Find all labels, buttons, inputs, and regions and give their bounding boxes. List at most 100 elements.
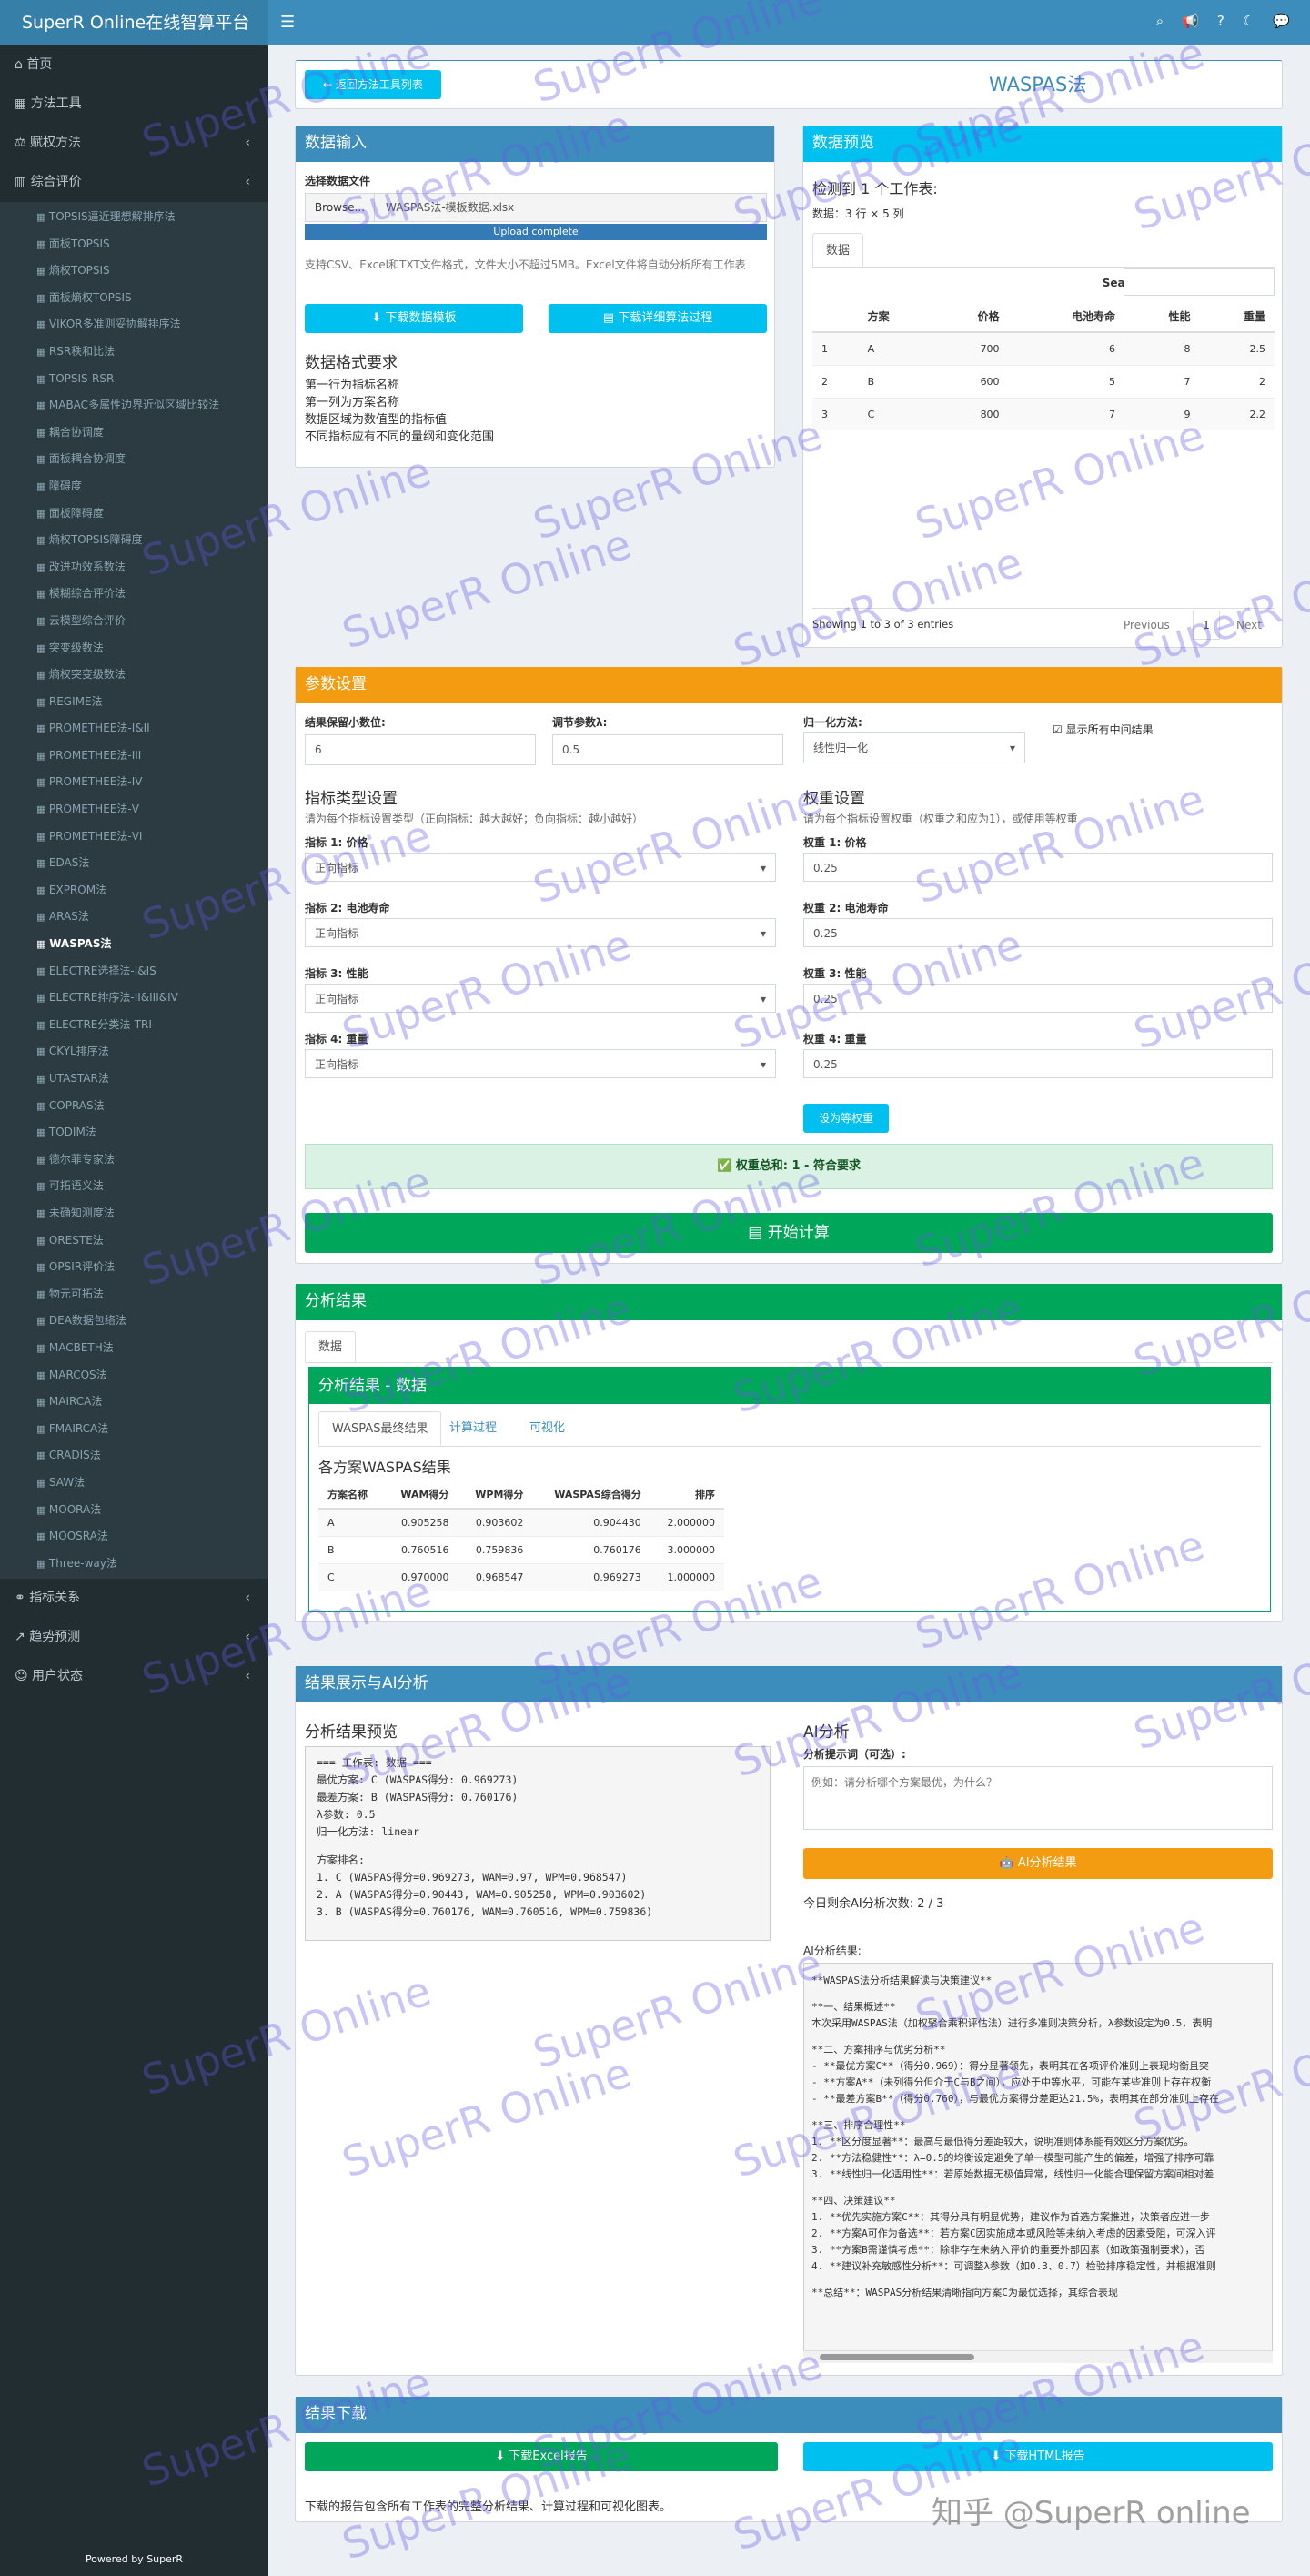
sidebar-subitem[interactable]: UTASTAR法 (0, 1066, 268, 1093)
dark-mode-icon[interactable]: ☾ (1243, 13, 1255, 29)
sidebar-item-forecast[interactable]: ↗ 趋势预测 ‹ (0, 1618, 268, 1657)
brand-logo[interactable]: SuperR Online在线智算平台 (0, 0, 268, 45)
sidebar-subitem[interactable]: SAW法 (0, 1470, 268, 1497)
sidebar-subitem[interactable]: PROMETHEE法-III (0, 742, 268, 770)
sidebar-item-user[interactable]: ☺ 用户状态 ‹ (0, 1657, 268, 1696)
sidebar-subitem[interactable]: 未确知测度法 (0, 1200, 268, 1227)
sidebar-item-tools[interactable]: ▦ 方法工具 (0, 85, 268, 124)
start-calc-button[interactable]: ▤ 开始计算 (305, 1213, 1273, 1253)
decimals-input[interactable]: 6 (305, 734, 536, 765)
sidebar-item-evaluation[interactable]: ▥ 综合评价 ‹ (0, 163, 268, 202)
file-input[interactable]: Browse... WASPAS法-模板数据.xlsx (305, 193, 767, 222)
sidebar-subitem[interactable]: ELECTRE分类法-TRI (0, 1012, 268, 1039)
sidebar-subitem[interactable]: MOOSRA法 (0, 1523, 268, 1551)
sidebar-item-relations[interactable]: ⚭ 指标关系 ‹ (0, 1579, 268, 1618)
search-input[interactable] (1124, 268, 1275, 296)
sidebar-subitem[interactable]: 熵权TOPSIS障碍度 (0, 527, 268, 554)
sidebar-subitem[interactable]: 熵权TOPSIS (0, 258, 268, 285)
download-excel-button[interactable]: ⬇ 下载Excel报告 (305, 2442, 778, 2471)
search-icon[interactable]: ⌕ (1156, 13, 1164, 29)
indicator-type-select[interactable]: 正向指标 ▾ (305, 984, 776, 1013)
sidebar-subitem[interactable]: 改进功效系数法 (0, 554, 268, 581)
show-all-checkbox[interactable]: ☑ 显示所有中间结果 (1053, 722, 1154, 737)
help-icon[interactable]: ? (1217, 13, 1224, 29)
sidebar-subitem[interactable]: REGIME法 (0, 689, 268, 716)
sidebar-subitem[interactable]: EDAS法 (0, 850, 268, 877)
sidebar-item-home[interactable]: ⌂ 首页 (0, 45, 268, 85)
sidebar-subitem[interactable]: TOPSIS逼近理想解排序法 (0, 204, 268, 231)
sidebar-subitem[interactable]: MABAC多属性边界近似区域比较法 (0, 392, 268, 419)
table-header[interactable]: 方案 (859, 301, 933, 332)
sidebar-subitem[interactable]: ORESTE法 (0, 1227, 268, 1255)
prompt-textarea[interactable] (803, 1766, 1273, 1830)
sidebar-subitem[interactable]: MAIRCA法 (0, 1389, 268, 1416)
sidebar-subitem[interactable]: ELECTRE排序法-II&III&IV (0, 985, 268, 1012)
horizontal-scrollbar[interactable] (803, 2350, 1273, 2363)
sidebar-subitem[interactable]: 云模型综合评价 (0, 608, 268, 635)
table-header[interactable] (812, 301, 859, 332)
next-page-button[interactable]: Next (1236, 619, 1262, 631)
weight-input[interactable]: 0.25 (803, 918, 1273, 947)
sidebar-subitem[interactable]: PROMETHEE法-I&II (0, 715, 268, 742)
weight-input[interactable]: 0.25 (803, 984, 1273, 1013)
sidebar-subitem[interactable]: 面板障碍度 (0, 500, 268, 528)
weight-input[interactable]: 0.25 (803, 1049, 1273, 1078)
table-header[interactable]: 电池寿命 (1009, 301, 1124, 332)
sidebar-subitem[interactable]: 物元可拓法 (0, 1281, 268, 1308)
announcement-icon[interactable]: 📢 (1182, 13, 1199, 29)
menu-toggle-icon[interactable]: ☰ (280, 13, 295, 32)
sidebar-item-weighting[interactable]: ⚖ 赋权方法 ‹ (0, 124, 268, 163)
sidebar-subitem[interactable]: MACBETH法 (0, 1335, 268, 1362)
norm-select[interactable]: 线性归一化 ▾ (803, 732, 1025, 763)
table-header[interactable]: 价格 (933, 301, 1008, 332)
sidebar-subitem[interactable]: 面板耦合协调度 (0, 446, 268, 473)
sidebar-subitem[interactable]: ELECTRE选择法-I&IS (0, 958, 268, 985)
indicator-type-select[interactable]: 正向指标 ▾ (305, 1049, 776, 1078)
sidebar-subitem[interactable]: 可拓语义法 (0, 1173, 268, 1200)
browse-button[interactable]: Browse... (306, 194, 375, 221)
tab-calc-process[interactable]: 计算过程 (437, 1411, 509, 1446)
sidebar-subitem[interactable]: PROMETHEE法-V (0, 796, 268, 823)
tab-data[interactable]: 数据 (812, 233, 864, 268)
chat-icon[interactable]: 💬 (1273, 13, 1290, 29)
table-header[interactable]: 重量 (1200, 301, 1275, 332)
sidebar-subitem[interactable]: 德尔菲专家法 (0, 1147, 268, 1174)
indicator-type-select[interactable]: 正向指标 ▾ (305, 853, 776, 882)
sidebar-subitem[interactable]: FMAIRCA法 (0, 1416, 268, 1443)
weight-input[interactable]: 0.25 (803, 853, 1273, 882)
back-button[interactable]: ← 返回方法工具列表 (305, 70, 441, 99)
scrollbar-thumb[interactable] (820, 2354, 974, 2360)
sidebar-subitem[interactable]: 面板TOPSIS (0, 231, 268, 258)
sidebar-subitem[interactable]: 突变级数法 (0, 635, 268, 662)
sidebar-subitem[interactable]: CKYL排序法 (0, 1038, 268, 1066)
sidebar-subitem[interactable]: VIKOR多准则妥协解排序法 (0, 311, 268, 338)
sidebar-subitem[interactable]: Three-way法 (0, 1551, 268, 1578)
sidebar-subitem[interactable]: 模糊综合评价法 (0, 581, 268, 608)
sidebar-subitem[interactable]: MOORA法 (0, 1497, 268, 1524)
sidebar-subitem[interactable]: PROMETHEE法-IV (0, 769, 268, 796)
sidebar-subitem[interactable]: COPRAS法 (0, 1093, 268, 1120)
sidebar-subitem[interactable]: MARCOS法 (0, 1362, 268, 1389)
sidebar-subitem[interactable]: TOPSIS-RSR (0, 366, 268, 393)
download-html-button[interactable]: ⬇ 下载HTML报告 (803, 2442, 1273, 2471)
sidebar-subitem[interactable]: EXPROM法 (0, 877, 268, 904)
page-button[interactable]: 1 (1193, 611, 1220, 640)
sidebar-subitem[interactable]: CRADIS法 (0, 1442, 268, 1470)
sidebar-subitem[interactable]: OPSIR评价法 (0, 1254, 268, 1281)
tab-final-results[interactable]: WASPAS最终结果 (318, 1411, 442, 1446)
tab-visualization[interactable]: 可视化 (517, 1411, 578, 1446)
sidebar-subitem[interactable]: ARAS法 (0, 904, 268, 931)
sidebar-subitem[interactable]: DEA数据包络法 (0, 1308, 268, 1335)
table-header[interactable]: 性能 (1124, 301, 1199, 332)
lambda-input[interactable]: 0.5 (552, 734, 783, 765)
sidebar-subitem[interactable]: PROMETHEE法-VI (0, 823, 268, 851)
sidebar-subitem[interactable]: 熵权突变级数法 (0, 662, 268, 689)
sidebar-subitem[interactable]: RSR秩和比法 (0, 338, 268, 366)
equal-weight-button[interactable]: 设为等权重 (803, 1104, 889, 1133)
ai-result-text[interactable]: **WASPAS法分析结果解读与决策建议** **一、结果概述** 本次采用WASP… (803, 1963, 1273, 2363)
tab-results-data[interactable]: 数据 (305, 1331, 357, 1362)
prev-page-button[interactable]: Previous (1124, 619, 1170, 631)
indicator-type-select[interactable]: 正向指标 ▾ (305, 918, 776, 947)
ai-analyze-button[interactable]: 🤖 AI分析结果 (803, 1848, 1273, 1879)
sidebar-subitem[interactable]: 面板熵权TOPSIS (0, 285, 268, 312)
